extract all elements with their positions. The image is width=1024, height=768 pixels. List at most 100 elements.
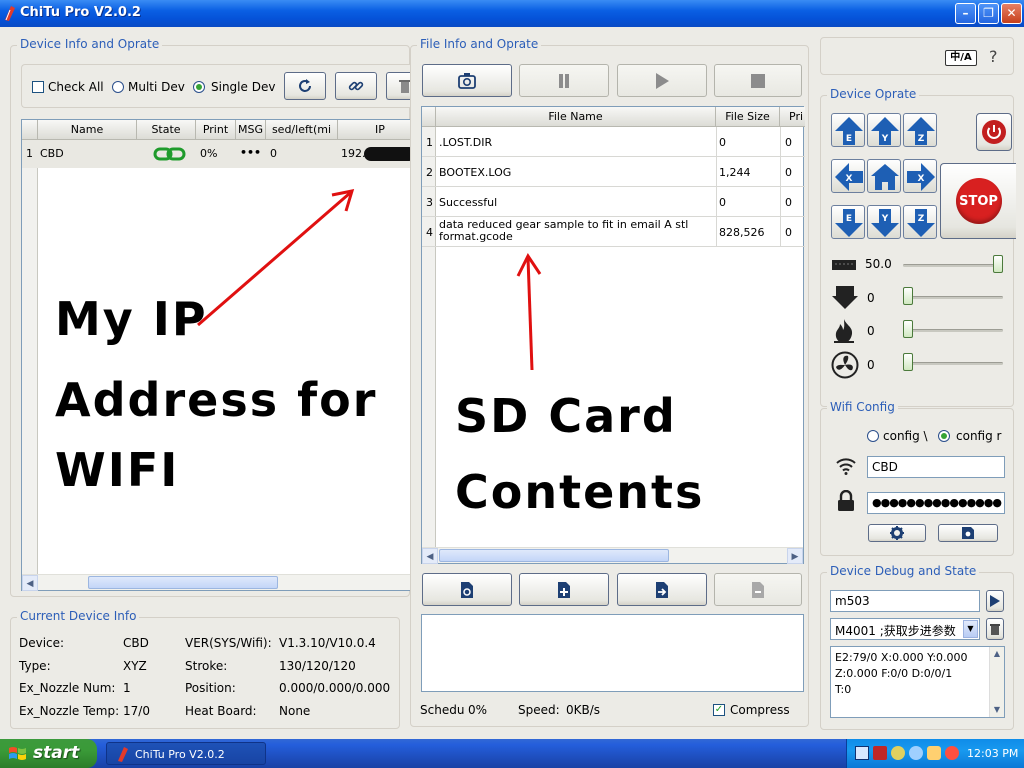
table-row[interactable]: 4 data reduced gear sample to fit in ema…: [422, 217, 805, 247]
scroll-right-icon[interactable]: ▶: [787, 548, 803, 564]
col-time[interactable]: sed/left(mi: [266, 120, 338, 140]
wifi-config-group: Wifi Config config \ config r CBD ●●●●●●…: [820, 400, 1014, 556]
close-icon: ✕: [1006, 6, 1017, 20]
speed-slider-track[interactable]: [903, 264, 1003, 267]
connect-link-button[interactable]: [335, 72, 377, 100]
restore-button[interactable]: ❐: [978, 3, 999, 24]
col-pri[interactable]: Pri: [780, 107, 805, 127]
tray-app-icon[interactable]: [927, 746, 941, 760]
row-index: 3: [426, 196, 433, 209]
add-file-button[interactable]: [519, 573, 609, 606]
emergency-stop-button[interactable]: STOP: [940, 163, 1016, 239]
z-up-button[interactable]: Z: [903, 113, 937, 147]
security-icon[interactable]: [873, 746, 887, 760]
ssid-input[interactable]: CBD: [867, 456, 1005, 478]
play-button[interactable]: [617, 64, 707, 97]
file-size: 0: [719, 136, 726, 149]
file-log-area[interactable]: [421, 614, 804, 692]
sd-card-refresh-button[interactable]: [422, 64, 512, 97]
log-vscrollbar[interactable]: ▲ ▼: [989, 647, 1004, 717]
config-option-1-radio[interactable]: [867, 430, 879, 442]
language-switch-icon[interactable]: 中/A: [945, 50, 977, 66]
scroll-down-icon[interactable]: ▼: [990, 703, 1004, 717]
tray-app-icon[interactable]: [909, 746, 923, 760]
network-icon[interactable]: [855, 746, 869, 760]
nozzle-temp-label: Ex_Nozzle Temp:: [19, 704, 120, 718]
heat-slider-thumb[interactable]: [903, 320, 913, 338]
reload-file-button[interactable]: [422, 573, 512, 606]
col-state[interactable]: State: [137, 120, 196, 140]
col-print[interactable]: Print: [196, 120, 236, 140]
export-file-button[interactable]: [617, 573, 707, 606]
fan-slider-track[interactable]: [907, 362, 1003, 365]
close-button[interactable]: ✕: [1001, 3, 1022, 24]
send-command-button[interactable]: [986, 590, 1004, 612]
scroll-thumb[interactable]: [88, 576, 278, 589]
scroll-left-icon[interactable]: ◀: [422, 548, 438, 564]
fan-icon: [831, 351, 859, 379]
clear-log-button[interactable]: [986, 618, 1004, 640]
taskbar-app-button[interactable]: ChiTu Pro V2.0.2: [106, 742, 266, 765]
refresh-button[interactable]: [284, 72, 326, 100]
title-bar[interactable]: ChiTu Pro V2.0.2 – ❐ ✕: [0, 0, 1024, 27]
row-index: 2: [426, 166, 433, 179]
debug-log-output[interactable]: E2:79/0 X:0.000 Y:0.000 Z:0.000 F:0/0 D:…: [830, 646, 1005, 718]
fan-slider-thumb[interactable]: [903, 353, 913, 371]
table-row[interactable]: 2 BOOTEX.LOG 1,244 0: [422, 157, 805, 187]
preset-command-value: M4001 ;获取步进参数: [835, 624, 956, 638]
table-row[interactable]: 3 Successful 0 0: [422, 187, 805, 217]
y-up-button[interactable]: Y: [867, 113, 901, 147]
col-msg[interactable]: MSG: [236, 120, 266, 140]
delete-file-button[interactable]: [714, 573, 802, 606]
home-button[interactable]: [867, 159, 901, 193]
type-label: Type:: [19, 659, 51, 673]
ip-value: 192.: [341, 147, 366, 160]
feed-slider-thumb[interactable]: [903, 287, 913, 305]
tray-app-icon[interactable]: [891, 746, 905, 760]
window-client: Device Info and Oprate Check All Multi D…: [0, 27, 1024, 739]
wifi-settings-button[interactable]: [868, 524, 926, 542]
gcode-command-input[interactable]: m503: [830, 590, 980, 612]
table-row[interactable]: 1 CBD 0% ••• 0 192.: [22, 140, 422, 168]
chevron-down-icon[interactable]: ▼: [963, 620, 978, 638]
config-option-2-radio[interactable]: [938, 430, 950, 442]
power-button[interactable]: [976, 113, 1012, 151]
heat-slider-track[interactable]: [907, 329, 1003, 332]
compress-checkbox[interactable]: ✓: [713, 704, 725, 716]
extruder-up-button[interactable]: E: [831, 113, 865, 147]
tray-app-icon[interactable]: [945, 746, 959, 760]
table-row[interactable]: 1 .LOST.DIR 0 0: [422, 127, 805, 157]
stop-print-button[interactable]: [714, 64, 802, 97]
preset-command-select[interactable]: M4001 ;获取步进参数: [830, 618, 980, 640]
row-header-corner: [422, 107, 436, 127]
col-file-size[interactable]: File Size: [716, 107, 780, 127]
feed-slider-track[interactable]: [907, 296, 1003, 299]
check-all-checkbox[interactable]: [32, 81, 44, 93]
pause-button[interactable]: [519, 64, 609, 97]
device-hscrollbar[interactable]: ◀: [22, 574, 422, 591]
speed-slider-thumb[interactable]: [993, 255, 1003, 273]
x-left-button[interactable]: X: [831, 159, 865, 193]
help-icon[interactable]: ?: [989, 47, 998, 66]
file-hscrollbar[interactable]: ◀ ▶: [422, 547, 803, 564]
scroll-up-icon[interactable]: ▲: [990, 647, 1004, 661]
minimize-button[interactable]: –: [955, 3, 976, 24]
z-down-button[interactable]: Z: [903, 205, 937, 239]
file-size: 0: [719, 196, 726, 209]
wifi-save-button[interactable]: [938, 524, 998, 542]
x-right-button[interactable]: X: [903, 159, 937, 193]
col-file-name[interactable]: File Name: [436, 107, 716, 127]
single-dev-radio[interactable]: [193, 81, 205, 93]
start-button[interactable]: start: [0, 739, 97, 768]
heat-value: 0: [867, 324, 875, 338]
multi-dev-radio[interactable]: [112, 81, 124, 93]
lock-icon: [838, 490, 854, 511]
scroll-thumb[interactable]: [439, 549, 669, 562]
extruder-down-button[interactable]: E: [831, 205, 865, 239]
col-name[interactable]: Name: [38, 120, 137, 140]
scroll-left-icon[interactable]: ◀: [22, 575, 38, 591]
y-down-button[interactable]: Y: [867, 205, 901, 239]
arrow-up-icon: E: [835, 117, 863, 145]
password-input[interactable]: ●●●●●●●●●●●●●●●: [867, 492, 1005, 514]
file-refresh-icon: [461, 581, 473, 598]
